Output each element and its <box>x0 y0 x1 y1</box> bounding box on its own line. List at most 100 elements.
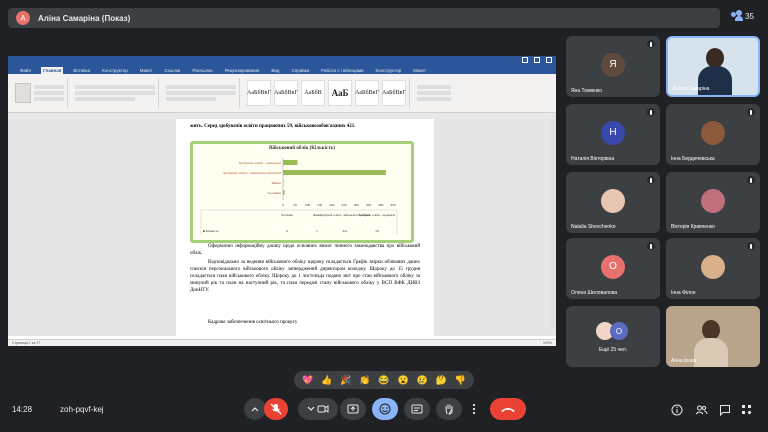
present-button[interactable] <box>340 398 366 420</box>
activities-button[interactable] <box>740 403 754 417</box>
paste-icon <box>15 83 31 103</box>
camera-button[interactable] <box>298 398 338 420</box>
x-tick-label: 100 <box>305 203 311 207</box>
ribbon-tab[interactable]: Макет <box>411 67 428 74</box>
ribbon-tab[interactable]: Главная <box>41 67 64 74</box>
editing-group <box>414 78 454 108</box>
style-preset[interactable]: АаБбВвГ <box>355 80 379 106</box>
captions-button[interactable] <box>404 398 430 420</box>
participant-tile[interactable]: Анна Ірова <box>666 306 760 367</box>
mic-off-icon <box>747 108 755 116</box>
style-preset[interactable]: АаБ <box>328 80 352 106</box>
mic-off-icon <box>747 242 755 250</box>
font-color-row <box>75 97 135 101</box>
people-panel-icon <box>695 405 707 415</box>
category-label: Чоловіки <box>267 191 281 195</box>
x-tick-label: 450 <box>390 203 396 207</box>
font-group <box>72 78 159 108</box>
participant-tile[interactable]: Інна Бердичевська <box>666 104 760 165</box>
info-icon <box>671 404 683 416</box>
mic-off-icon <box>270 403 282 415</box>
style-preset[interactable]: АаБбВвГ <box>247 80 271 106</box>
participant-count-button[interactable]: 35 <box>731 10 754 22</box>
more-options-button[interactable] <box>466 398 482 420</box>
ribbon-tab[interactable]: Конструктор <box>373 67 403 74</box>
chat-button[interactable] <box>718 403 732 417</box>
participant-tile[interactable]: Аліна Самаріна <box>666 36 760 97</box>
emoji-button[interactable] <box>372 398 398 420</box>
bar-chart: Здобувачі освіти - працюючі Здобувачі осв… <box>200 158 398 234</box>
reaction-emoji[interactable]: 😂 <box>378 375 389 385</box>
people-button[interactable] <box>694 403 708 417</box>
category-label: Жінки <box>271 181 281 185</box>
reaction-emoji[interactable]: 🎉 <box>340 375 351 385</box>
document-scrollbar[interactable] <box>550 119 554 329</box>
ribbon-tab[interactable]: Справка <box>290 67 312 74</box>
ribbon-tab[interactable]: Конструктор <box>100 67 130 74</box>
style-preset[interactable]: АаБбВвГ <box>382 80 406 106</box>
font-formatting-row <box>75 91 155 95</box>
video-person-head <box>702 320 720 340</box>
raise-hand-button[interactable] <box>436 398 462 420</box>
category-label: Здобувачі освіти - військовозобов'язані <box>223 171 281 175</box>
copy-row <box>34 91 64 95</box>
participant-tile[interactable]: Вікторія Кравченко <box>666 172 760 233</box>
reaction-emoji[interactable]: 💖 <box>302 375 313 385</box>
section-heading: Кадрове забезпечення освітнього процесу <box>208 320 298 325</box>
hand-icon <box>445 404 453 415</box>
table-row-label: ■ Кількість <box>203 229 219 233</box>
status-bar: Страница 1 из 17 100% <box>8 339 556 346</box>
ribbon-tab[interactable]: Макет <box>138 67 155 74</box>
camera-icon <box>307 405 329 413</box>
participant-tile[interactable]: Natalia Shevchenko <box>566 172 660 233</box>
participant-tile[interactable]: О Олена Шиловалова <box>566 238 660 299</box>
ribbon-tab[interactable]: Рассылки <box>190 67 214 74</box>
hang-up-icon <box>501 408 515 412</box>
reaction-emoji[interactable]: 😢 <box>417 375 428 385</box>
document-area: жить. Серед здобувачів освіти працюючих … <box>8 119 556 346</box>
participant-count: 35 <box>745 11 754 21</box>
participant-tile[interactable]: Інна Філон <box>666 238 760 299</box>
reactions-bar: 💖 👍 🎉 👏 😂 😮 😢 🤔 👎 <box>294 371 474 389</box>
style-preset[interactable]: АаБбВ <box>301 80 325 106</box>
participant-name: Наталія Вікторівна <box>571 156 615 162</box>
style-preset[interactable]: АаБбВвГ <box>274 80 298 106</box>
table-value: 1 <box>316 229 318 233</box>
video-person-head <box>706 48 724 68</box>
mic-off-icon <box>647 176 655 184</box>
mic-off-icon <box>647 108 655 116</box>
meeting-info-button[interactable] <box>670 403 684 417</box>
reaction-emoji[interactable]: 👍 <box>321 375 332 385</box>
shared-screen: Файл Главная Вставка Конструктор Макет Ссылки… <box>8 56 556 346</box>
participant-tile[interactable]: Н Наталія Вікторівна <box>566 104 660 165</box>
clipboard-group <box>12 78 68 108</box>
paragraph-group <box>163 78 240 108</box>
avatar: О <box>601 254 625 279</box>
ribbon-tab[interactable]: Работа с таблицами <box>319 67 365 74</box>
meeting-time: 14:28 <box>12 405 33 414</box>
participant-tile[interactable]: Я Яна Тюменко <box>566 36 660 97</box>
ribbon-tab[interactable]: Файл <box>18 67 33 74</box>
bar <box>283 160 298 165</box>
more-audio-button[interactable] <box>244 398 266 420</box>
leave-call-button[interactable] <box>490 398 526 420</box>
format-row <box>34 97 64 101</box>
avatar: Н <box>601 120 625 145</box>
table-header: Здобувачі освіти - працюючі <box>359 213 396 217</box>
x-tick-label: 0 <box>282 203 284 207</box>
reaction-emoji[interactable]: 😮 <box>397 375 408 385</box>
ribbon-tab[interactable]: Рецензирование <box>223 67 262 74</box>
ribbon-tab[interactable]: Вид <box>269 67 281 74</box>
reaction-emoji[interactable]: 👎 <box>455 375 466 385</box>
microphone-button[interactable] <box>264 398 288 420</box>
find-row <box>417 85 451 89</box>
ribbon-tab[interactable]: Ссылки <box>163 67 183 74</box>
mic-off-icon <box>647 242 655 250</box>
reaction-emoji[interactable]: 🤔 <box>436 375 447 385</box>
table-value: 6 <box>286 229 288 233</box>
reaction-emoji[interactable]: 👏 <box>359 375 370 385</box>
ribbon-tab[interactable]: Вставка <box>71 67 92 74</box>
participant-tile[interactable]: О Ещё 25 чел. <box>566 306 660 367</box>
table-value: 421 <box>342 229 348 233</box>
video-person-body <box>694 338 728 367</box>
